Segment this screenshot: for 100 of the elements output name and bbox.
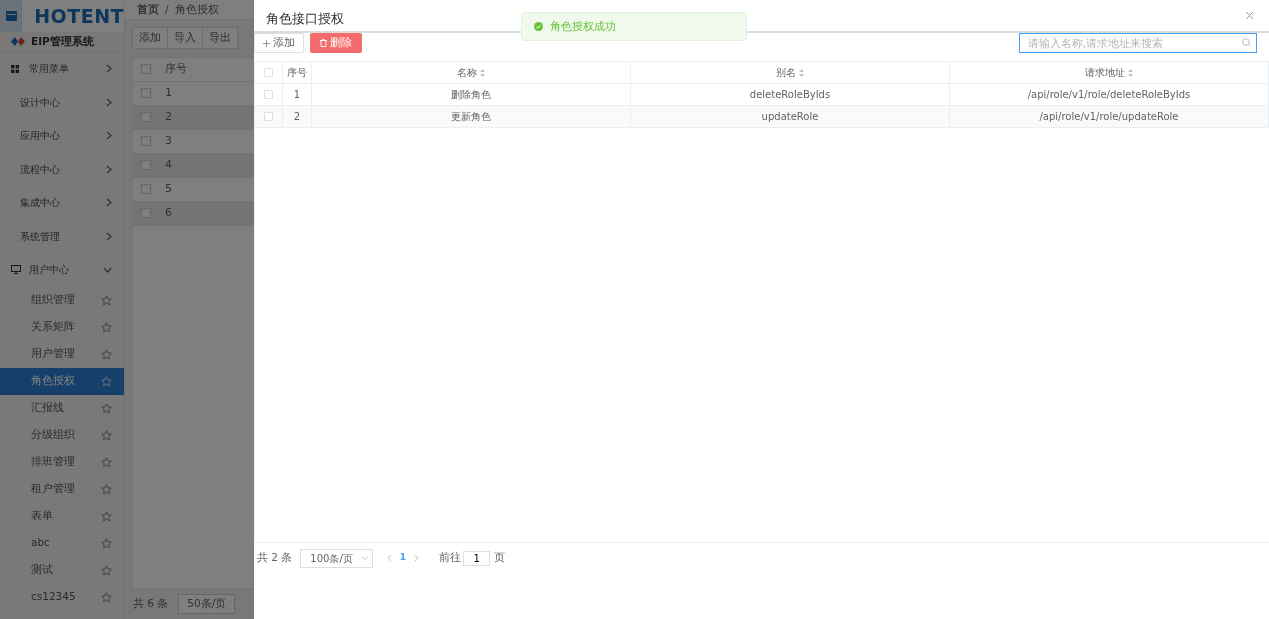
sort-icon xyxy=(480,68,485,77)
column-header: 序号 xyxy=(287,66,307,80)
table-cell-text: /api/role/v1/role/deleteRoleByIds xyxy=(1027,88,1191,102)
star-icon xyxy=(101,429,112,441)
close-icon[interactable] xyxy=(1245,11,1254,20)
delete-button[interactable]: 删除 xyxy=(310,33,362,53)
sidebar-item[interactable]: cs12345 xyxy=(0,583,124,611)
row-checkbox[interactable] xyxy=(141,184,151,195)
search-icon xyxy=(1242,38,1251,47)
table-cell-text: 3 xyxy=(165,133,172,149)
table-cell-text: 删除角色 xyxy=(451,88,491,102)
breadcrumb-item[interactable]: 首页 xyxy=(137,1,159,18)
sidebar-group[interactable]: 系统管理 xyxy=(0,219,124,253)
sidebar-group[interactable]: 设计中心 xyxy=(0,85,124,119)
star-icon xyxy=(101,321,112,333)
sidebar-group[interactable]: 流程中心 xyxy=(0,152,124,186)
column-header[interactable]: 请求地址 xyxy=(1085,65,1125,80)
column-header: 序号 xyxy=(165,61,187,77)
add-button[interactable]: 添加 xyxy=(254,33,304,53)
plus-icon xyxy=(263,39,270,47)
sidebar-label: 系统管理 xyxy=(20,229,61,244)
star-icon xyxy=(101,456,112,468)
table-cell-text: 6 xyxy=(165,205,172,221)
sort-icon xyxy=(799,68,804,77)
row-checkbox[interactable] xyxy=(264,112,273,121)
table-cell-text: updateRole xyxy=(761,110,819,124)
toolbar-button[interactable]: 导出 xyxy=(203,28,238,48)
table-cell-text: /api/role/v1/role/updateRole xyxy=(1039,110,1179,124)
drawer-title: 角色接口授权 xyxy=(266,9,344,28)
table-cell-text: 1 xyxy=(165,85,172,101)
table-cell-text: deleteRoleByIds xyxy=(749,88,831,102)
column-header[interactable]: 别名 xyxy=(776,65,796,80)
star-icon xyxy=(101,375,112,387)
search-field[interactable]: 请输入名称,请求地址来搜索 xyxy=(1019,33,1257,53)
star-icon xyxy=(101,510,112,522)
logo-text: HOTENT xyxy=(34,3,124,29)
page-number[interactable]: 1 xyxy=(399,551,407,565)
sidebar-group[interactable]: 集成中心 xyxy=(0,186,124,220)
star-icon xyxy=(101,537,112,549)
select-all-checkbox[interactable] xyxy=(141,64,151,75)
sidebar-item[interactable]: 测试 xyxy=(0,556,124,584)
toolbar-button[interactable]: 添加 xyxy=(133,28,168,48)
sidebar-item[interactable]: 关系矩阵 xyxy=(0,313,124,341)
goto-label: 前往 xyxy=(439,550,462,566)
pagination-total: 共 6 条 xyxy=(133,596,169,612)
sidebar-item[interactable]: 表单 xyxy=(0,502,124,530)
breadcrumb-separator: / xyxy=(165,1,169,17)
star-icon xyxy=(101,483,112,495)
row-checkbox[interactable] xyxy=(141,88,151,99)
page-input[interactable]: 1 xyxy=(463,550,491,566)
trash-icon xyxy=(320,39,327,47)
row-checkbox[interactable] xyxy=(141,112,151,123)
sort-icon xyxy=(1128,68,1133,77)
row-checkbox[interactable] xyxy=(141,136,151,147)
next-page-icon[interactable] xyxy=(414,554,420,562)
sidebar-label: 应用中心 xyxy=(20,129,61,144)
star-icon xyxy=(101,402,112,414)
row-checkbox[interactable] xyxy=(141,160,151,171)
star-icon xyxy=(101,564,112,576)
goto-unit: 页 xyxy=(494,550,506,566)
page-size-select[interactable]: 50条/页 xyxy=(178,594,236,614)
sidebar-group[interactable]: 用户中心 xyxy=(0,253,124,287)
row-checkbox[interactable] xyxy=(141,208,151,219)
sidebar-label: 设计中心 xyxy=(20,95,61,110)
column-header[interactable]: 名称 xyxy=(457,65,477,80)
star-icon xyxy=(101,294,112,306)
diamond-logo-icon xyxy=(11,37,25,46)
sidebar-item[interactable]: 角色授权 xyxy=(0,367,124,395)
pagination-total: 共 2 条 xyxy=(257,550,293,566)
table-cell-text: 1 xyxy=(293,88,301,102)
table-cell-text: 更新角色 xyxy=(451,110,491,124)
toolbar-button[interactable]: 导入 xyxy=(168,28,203,48)
sidebar-group[interactable]: 常用菜单 xyxy=(0,52,124,86)
sidebar-item[interactable]: 排班管理 xyxy=(0,448,124,476)
sidebar-item[interactable]: 用户管理 xyxy=(0,340,124,368)
select-all-checkbox[interactable] xyxy=(264,68,273,77)
star-icon xyxy=(101,591,112,603)
table-cell-text: 2 xyxy=(165,109,172,125)
sidebar-item[interactable]: 租户管理 xyxy=(0,475,124,503)
row-checkbox[interactable] xyxy=(264,90,273,99)
sidebar-item[interactable]: abc xyxy=(0,529,124,557)
table-cell-text: 2 xyxy=(293,110,301,124)
toast-message: 角色授权成功 xyxy=(550,18,616,34)
sidebar-label: 常用菜单 xyxy=(29,62,70,77)
star-icon xyxy=(101,348,112,360)
menu-icon xyxy=(5,11,17,21)
menu-button[interactable] xyxy=(0,0,23,32)
sidebar-item[interactable]: 组织管理 xyxy=(0,286,124,314)
check-circle-icon xyxy=(534,22,543,31)
sidebar-label: 用户中心 xyxy=(29,263,70,278)
sidebar-group[interactable]: 应用中心 xyxy=(0,119,124,153)
system-name: EIP管理系统 xyxy=(31,33,94,49)
grid-icon xyxy=(11,64,19,73)
sidebar-label: 集成中心 xyxy=(20,196,61,211)
table-cell-text: 4 xyxy=(165,157,172,173)
page-size-select[interactable]: 100条/页 xyxy=(300,548,373,568)
caret-icon xyxy=(360,556,368,560)
table-cell-text: 5 xyxy=(165,181,172,197)
prev-page-icon[interactable] xyxy=(386,554,392,562)
sidebar-item[interactable]: 分级组织 xyxy=(0,421,124,449)
